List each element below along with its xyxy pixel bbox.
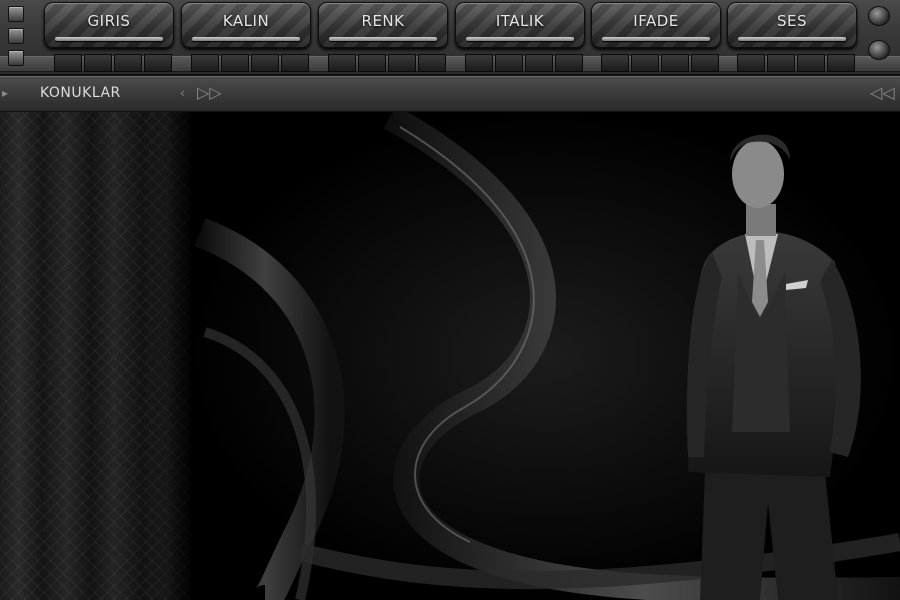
- nav-link-konuklar[interactable]: KONUKLAR: [40, 85, 121, 101]
- pad-group-2: [191, 54, 309, 72]
- pad: [281, 54, 309, 72]
- control-square-1[interactable]: [8, 6, 24, 22]
- main-banner: [0, 112, 900, 600]
- round-knob-bottom[interactable]: [868, 40, 890, 60]
- menu-button-italik[interactable]: ITALIK: [455, 2, 585, 48]
- window-controls: [8, 6, 24, 72]
- button-highlight-bar: [466, 37, 574, 41]
- pad: [144, 54, 172, 72]
- banner-artwork: [190, 112, 900, 600]
- pad: [767, 54, 795, 72]
- control-square-2[interactable]: [8, 28, 24, 44]
- menu-button-label: SES: [776, 12, 808, 30]
- nav-strip: ▸ KONUKLAR ‹ ▷▷ ◁◁: [0, 76, 900, 113]
- menu-button-renk[interactable]: RENK: [318, 2, 448, 48]
- pad: [525, 54, 553, 72]
- pad: [495, 54, 523, 72]
- pad: [221, 54, 249, 72]
- pad: [251, 54, 279, 72]
- pad: [114, 54, 142, 72]
- menu-button-ses[interactable]: SES: [727, 2, 857, 48]
- menu-button-label: IFADE: [633, 12, 679, 30]
- pad: [797, 54, 825, 72]
- pad: [388, 54, 416, 72]
- button-highlight-bar: [192, 37, 300, 41]
- round-knob-top[interactable]: [868, 6, 890, 26]
- pad-group-5: [601, 54, 719, 72]
- menu-button-ifade[interactable]: IFADE: [591, 2, 721, 48]
- double-chevron-right-icon[interactable]: ▷▷: [197, 83, 222, 102]
- pad: [827, 54, 855, 72]
- pad: [191, 54, 219, 72]
- pad: [601, 54, 629, 72]
- pad: [84, 54, 112, 72]
- menu-button-kalin[interactable]: KALIN: [181, 2, 311, 48]
- top-toolbar: GIRIS KALIN RENK ITALIK IFADE SES: [0, 0, 900, 76]
- button-highlight-bar: [602, 37, 710, 41]
- control-square-3[interactable]: [8, 50, 24, 66]
- button-highlight-bar: [329, 37, 437, 41]
- menu-button-giris[interactable]: GIRIS: [44, 2, 174, 48]
- pad: [358, 54, 386, 72]
- button-highlight-bar: [738, 37, 846, 41]
- double-chevron-left-icon[interactable]: ◁◁: [870, 83, 895, 102]
- pad: [737, 54, 765, 72]
- pad-group-1: [54, 54, 172, 72]
- pad-group-6: [737, 54, 855, 72]
- menu-button-label: KALIN: [222, 12, 270, 30]
- pad-group-4: [465, 54, 583, 72]
- small-arrow-icon: ▸: [2, 86, 9, 100]
- pad: [661, 54, 689, 72]
- divider-arrow-icon: ‹: [180, 86, 185, 100]
- pad: [465, 54, 493, 72]
- pad: [555, 54, 583, 72]
- menu-button-label: ITALIK: [495, 12, 545, 30]
- pad-group-3: [328, 54, 446, 72]
- pad: [691, 54, 719, 72]
- menu-button-label: GIRIS: [87, 12, 131, 30]
- pad: [328, 54, 356, 72]
- pad: [631, 54, 659, 72]
- button-highlight-bar: [55, 37, 163, 41]
- pad: [418, 54, 446, 72]
- pad: [54, 54, 82, 72]
- menu-button-label: RENK: [361, 12, 405, 30]
